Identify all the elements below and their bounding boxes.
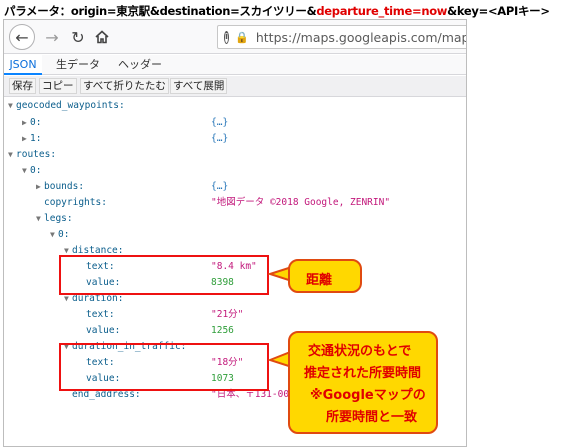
tree-value: {…} [211, 117, 229, 128]
reload-button[interactable]: ↻ [66, 25, 90, 49]
tree-row[interactable]: ▼ 0: [22, 163, 41, 179]
collapse-all-button[interactable]: すべて折りたたむ [80, 78, 169, 94]
viewer-actions: 保存 コピー すべて折りたたむ すべて展開 [4, 76, 466, 97]
collapsed-triangle-icon: ▶ [36, 182, 41, 191]
tree-key: 0: [30, 117, 42, 128]
parameter-caption: パラメータ：origin=東京駅&destination=スカイツリー&depa… [4, 3, 550, 19]
tab-json[interactable]: JSON [4, 55, 42, 75]
expand-all-button[interactable]: すべて展開 [170, 78, 228, 94]
url-text: https://maps.googleapis.com/maps [255, 29, 467, 45]
traffic-callout-line: 交通状況のもとで [308, 344, 412, 359]
home-icon [95, 30, 109, 44]
tree-value: 1256 [211, 325, 234, 336]
tree-key: copyrights: [44, 197, 107, 208]
reload-icon: ↻ [71, 27, 85, 47]
copy-button[interactable]: コピー [39, 78, 77, 94]
traffic-highlight-box [59, 343, 269, 391]
tree-value: "21分" [211, 309, 244, 320]
tree-value: {…} [211, 181, 229, 192]
tree-key: geocoded_waypoints: [16, 100, 125, 111]
back-button[interactable]: ← [9, 24, 35, 50]
caption-highlight: departure_time=now [316, 4, 448, 18]
lock-icon: 🔒 [235, 30, 249, 44]
distance-callout-text: 距離 [306, 273, 333, 288]
tree-key: bounds: [44, 181, 85, 192]
expanded-triangle-icon: ▼ [36, 214, 41, 223]
tree-row[interactable]: ▼ routes: [8, 147, 56, 163]
tree-value: "地図データ ©2018 Google, ZENRIN" [211, 197, 391, 208]
traffic-callout: 交通状況のもとで 推定された所要時間 ※Googleマップの 所要時間と一致 [288, 331, 438, 434]
tree-row: value: [86, 323, 120, 339]
expanded-triangle-icon: ▼ [50, 230, 55, 239]
tree-key: value: [86, 325, 121, 336]
tree-row[interactable]: ▼ legs: [36, 211, 73, 227]
expanded-triangle-icon: ▼ [8, 150, 13, 159]
tab-headers[interactable]: ヘッダー [112, 55, 168, 75]
tab-raw-data[interactable]: 生データ [51, 55, 105, 75]
tree-key: legs: [44, 213, 73, 224]
distance-highlight-box [59, 255, 269, 295]
viewer-tabs: JSON 生データ ヘッダー [4, 55, 466, 75]
traffic-callout-line: 推定された所要時間 [304, 366, 422, 381]
tree-key: 1: [30, 133, 42, 144]
expanded-triangle-icon: ▼ [8, 101, 13, 110]
tree-row[interactable]: ▶ 0: [22, 115, 41, 131]
tree-value: {…} [211, 133, 229, 144]
url-bar[interactable]: i 🔒 https://maps.googleapis.com/maps [217, 25, 467, 49]
expanded-triangle-icon: ▼ [22, 166, 27, 175]
home-button[interactable] [90, 25, 114, 49]
traffic-callout-line: 所要時間と一致 [326, 410, 418, 425]
forward-button[interactable]: → [40, 25, 64, 49]
save-button[interactable]: 保存 [9, 78, 36, 94]
traffic-callout-line: ※Googleマップの [310, 388, 426, 403]
tree-row[interactable]: ▼ 0: [50, 227, 69, 243]
collapsed-triangle-icon: ▶ [22, 134, 27, 143]
tree-key: 0: [30, 165, 42, 176]
distance-callout: 距離 [288, 259, 362, 293]
tree-row[interactable]: ▶ bounds: [36, 179, 84, 195]
arrow-right-icon: → [45, 27, 59, 47]
tree-key: 0: [58, 229, 70, 240]
tree-row[interactable]: ▼ geocoded_waypoints: [8, 98, 125, 114]
tree-key: routes: [16, 149, 57, 160]
tree-row[interactable]: ▶ 1: [22, 131, 41, 147]
tree-key: text: [86, 309, 115, 320]
collapsed-triangle-icon: ▶ [22, 118, 27, 127]
browser-toolbar: ← → ↻ i 🔒 https://maps.googleapis.com/ma… [4, 20, 466, 54]
tree-row: copyrights: [44, 195, 107, 211]
tree-row: text: [86, 307, 115, 323]
info-icon[interactable]: i [224, 30, 230, 44]
arrow-left-icon: ← [15, 27, 29, 47]
caption-suffix: &key=<APIキー> [447, 4, 550, 18]
caption-prefix: パラメータ：origin=東京駅&destination=スカイツリー& [4, 4, 317, 18]
